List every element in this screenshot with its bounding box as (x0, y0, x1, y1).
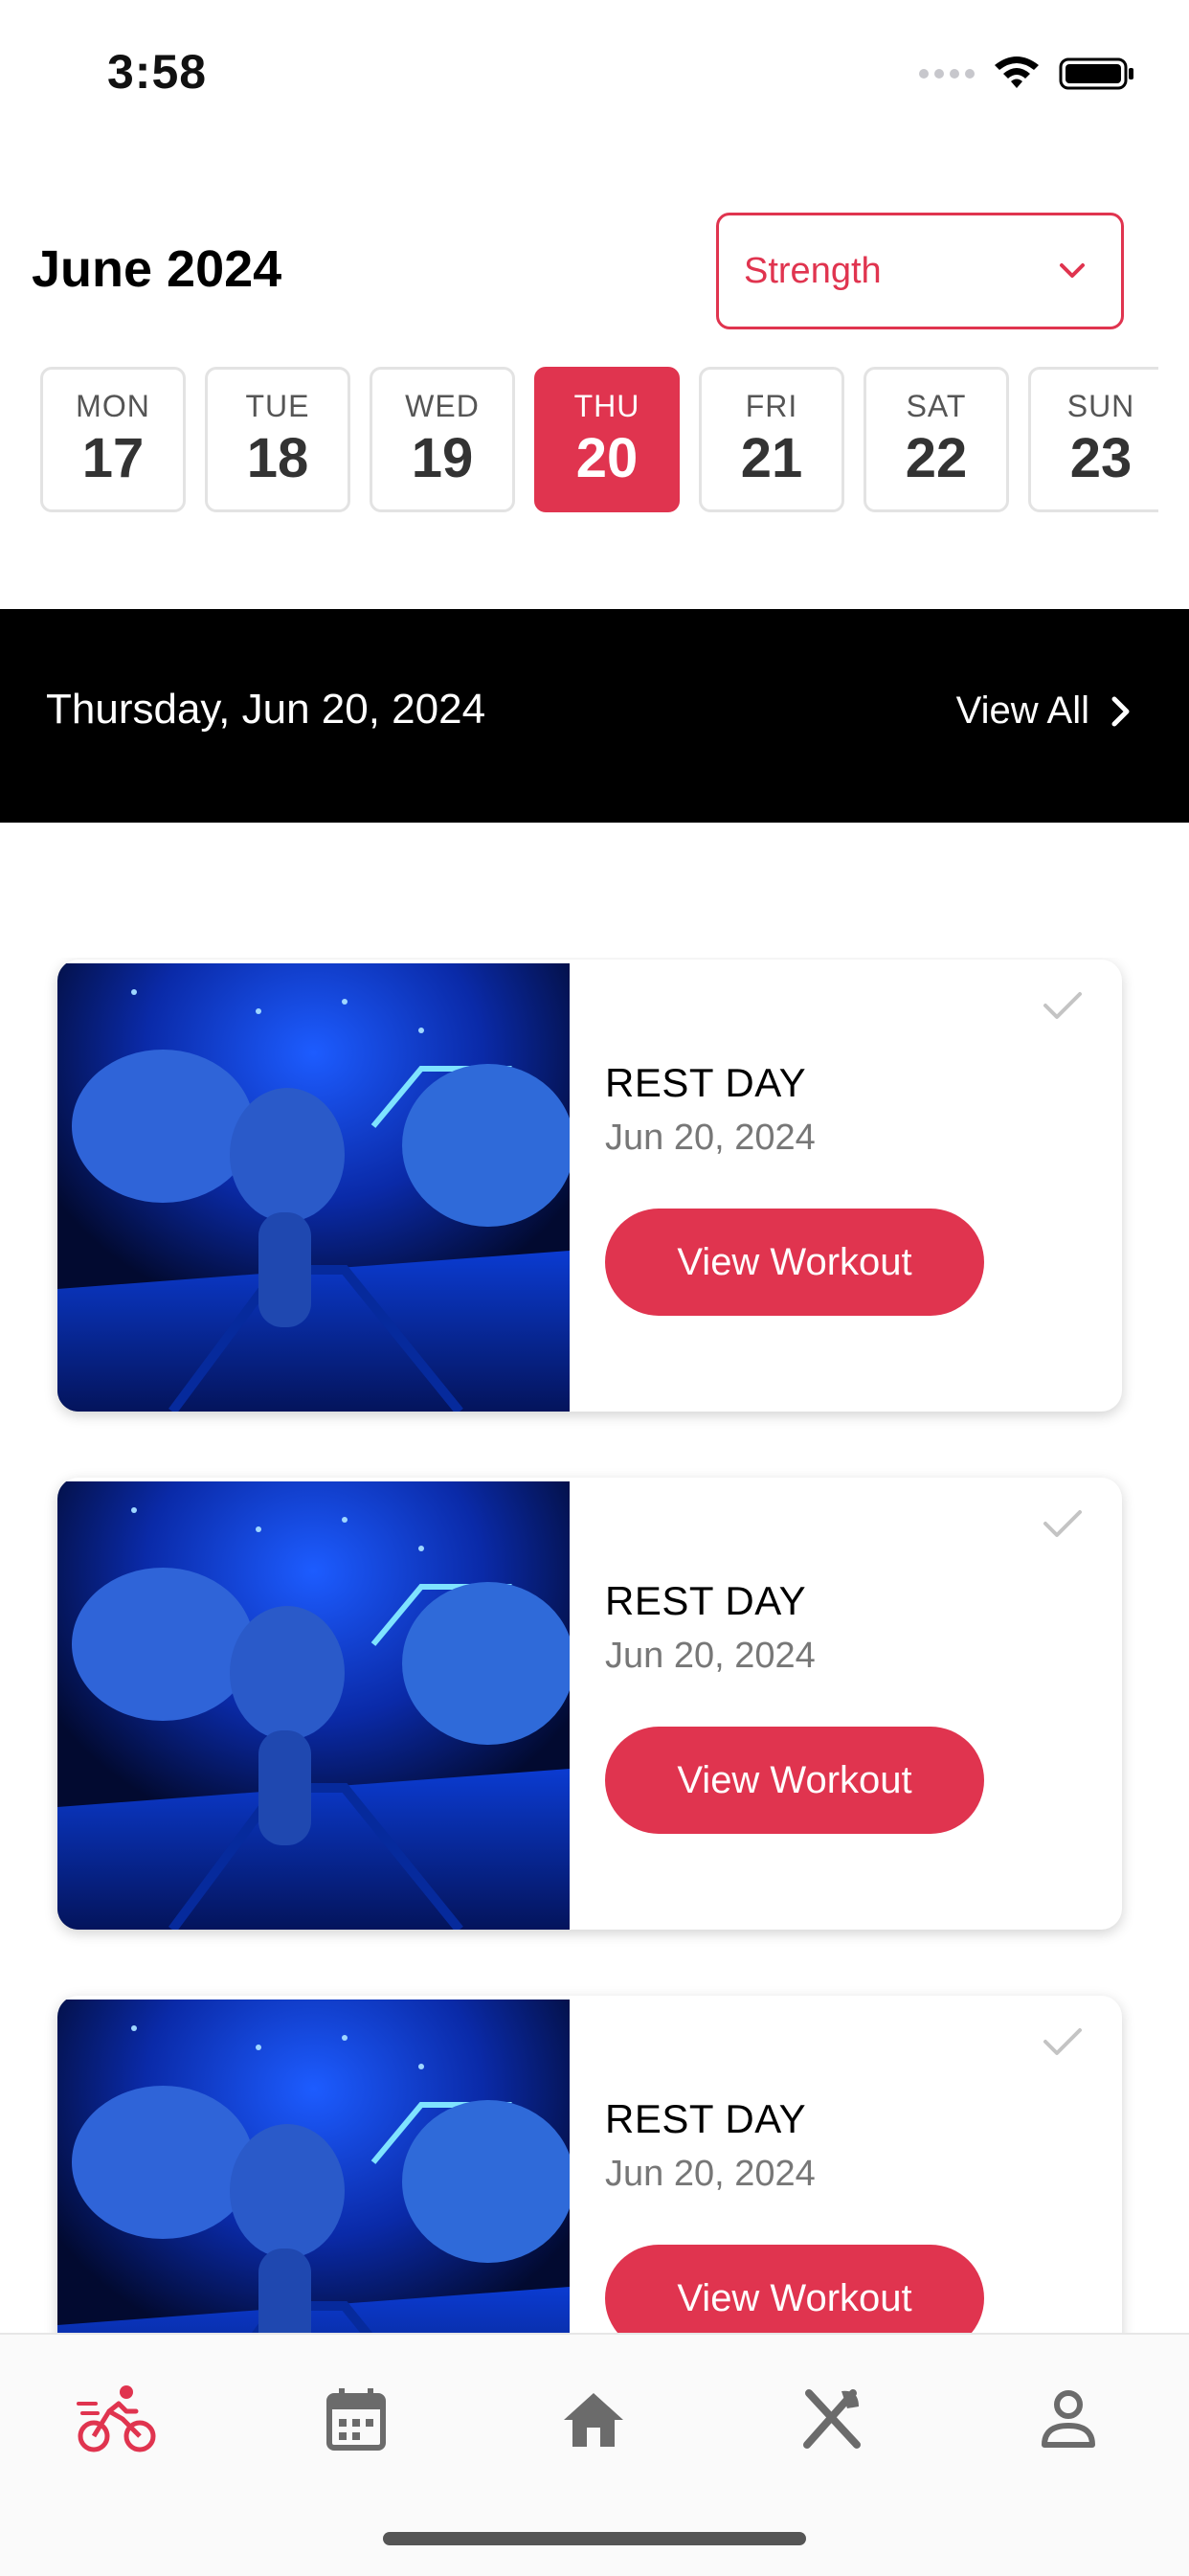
status-time: 3:58 (107, 45, 208, 99)
battery-icon (1059, 57, 1133, 90)
workout-thumbnail (57, 963, 570, 1412)
day-of-week: TUE (245, 389, 310, 423)
day-cell-sun[interactable]: SUN 23 (1028, 367, 1158, 512)
status-icons (919, 56, 1135, 92)
view-all-label: View All (955, 689, 1089, 732)
calendar-icon (326, 2388, 386, 2451)
chevron-down-icon (1060, 263, 1085, 278)
workout-date: Jun 20, 2024 (605, 1636, 816, 1676)
workout-date: Jun 20, 2024 (605, 1118, 816, 1158)
home-indicator (383, 2532, 806, 2545)
check-icon[interactable] (1040, 1504, 1086, 1543)
check-icon[interactable] (1040, 2022, 1086, 2061)
day-of-week: FRI (745, 389, 798, 423)
fork-knife-icon (803, 2389, 861, 2449)
cycling-icon (77, 2385, 156, 2452)
tab-home[interactable] (546, 2371, 641, 2467)
selected-date-label: Thursday, Jun 20, 2024 (46, 686, 486, 733)
day-number: 19 (411, 427, 474, 489)
view-workout-button[interactable]: View Workout (605, 2245, 984, 2333)
day-number: 18 (246, 427, 309, 489)
day-cell-thu[interactable]: THU 20 (534, 367, 680, 512)
day-number: 22 (905, 427, 968, 489)
check-icon[interactable] (1040, 986, 1086, 1025)
home-icon (564, 2393, 623, 2447)
day-cell-fri[interactable]: FRI 21 (699, 367, 844, 512)
workout-thumbnail (57, 1481, 570, 1930)
workout-card[interactable]: REST DAY Jun 20, 2024 View Workout (57, 960, 1122, 1412)
day-number: 17 (81, 427, 145, 489)
profile-icon (1042, 2390, 1095, 2448)
day-number: 20 (575, 427, 639, 489)
month-title: June 2024 (32, 240, 282, 298)
workout-date: Jun 20, 2024 (605, 2154, 816, 2194)
workout-list: REST DAY Jun 20, 2024 View Workout REST … (0, 958, 1189, 2333)
workout-title: REST DAY (605, 1578, 807, 1623)
view-workout-button[interactable]: View Workout (605, 1727, 984, 1834)
wifi-icon (995, 56, 1039, 88)
status-bar: 3:58 (0, 0, 1189, 144)
workout-title: REST DAY (605, 2096, 807, 2141)
day-number: 23 (1069, 427, 1133, 489)
workout-thumbnail (57, 2000, 570, 2333)
day-number: 21 (740, 427, 803, 489)
date-strip: MON 17 TUE 18 WED 19 THU 20 FRI 21 SAT 2… (38, 367, 1158, 515)
day-of-week: WED (405, 389, 480, 423)
day-of-week: SAT (906, 389, 967, 423)
tab-calendar[interactable] (308, 2371, 404, 2467)
day-of-week: SUN (1066, 389, 1135, 423)
category-dropdown[interactable]: Strength (716, 213, 1124, 329)
selected-date-banner: Thursday, Jun 20, 2024 View All (0, 609, 1189, 823)
chevron-right-icon (1111, 696, 1130, 726)
day-cell-tue[interactable]: TUE 18 (205, 367, 350, 512)
day-cell-wed[interactable]: WED 19 (370, 367, 515, 512)
tab-workouts[interactable] (69, 2371, 165, 2467)
cellular-signal-icon (919, 69, 975, 79)
tab-profile[interactable] (1021, 2371, 1116, 2467)
day-of-week: THU (573, 389, 640, 423)
tab-nutrition[interactable] (783, 2371, 879, 2467)
workout-card[interactable]: REST DAY Jun 20, 2024 View Workout (57, 1996, 1122, 2333)
view-workout-button[interactable]: View Workout (605, 1209, 984, 1316)
workout-title: REST DAY (605, 1060, 807, 1105)
day-of-week: MON (76, 389, 150, 423)
view-all-button[interactable]: View All (956, 689, 1132, 733)
category-dropdown-value: Strength (744, 250, 882, 291)
day-cell-sat[interactable]: SAT 22 (864, 367, 1009, 512)
day-cell-mon[interactable]: MON 17 (40, 367, 186, 512)
workout-card[interactable]: REST DAY Jun 20, 2024 View Workout (57, 1478, 1122, 1930)
